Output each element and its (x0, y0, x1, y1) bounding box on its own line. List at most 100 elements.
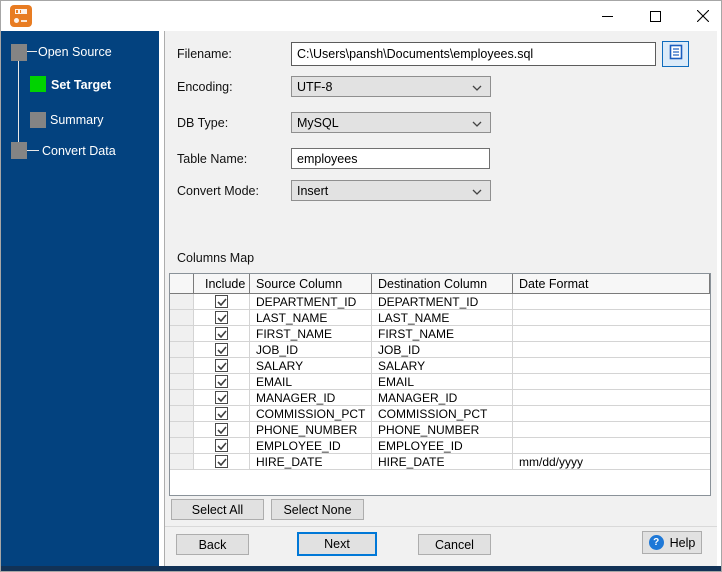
include-checkbox[interactable] (215, 311, 228, 324)
destination-column-cell[interactable]: FIRST_NAME (372, 326, 513, 342)
source-column-cell[interactable]: PHONE_NUMBER (250, 422, 372, 438)
minimize-icon (601, 11, 613, 22)
table-row[interactable]: SALARY SALARY (170, 358, 710, 374)
source-column-cell[interactable]: JOB_ID (250, 342, 372, 358)
source-column-cell[interactable]: COMMISSION_PCT (250, 406, 372, 422)
row-selector[interactable] (170, 438, 194, 454)
source-column-cell[interactable]: DEPARTMENT_ID (250, 294, 372, 310)
row-selector[interactable] (170, 390, 194, 406)
row-selector[interactable] (170, 358, 194, 374)
sidebar-item-summary[interactable]: Summary (50, 113, 103, 128)
row-selector[interactable] (170, 294, 194, 310)
destination-column-cell[interactable]: JOB_ID (372, 342, 513, 358)
include-checkbox[interactable] (215, 359, 228, 372)
table-row[interactable]: COMMISSION_PCT COMMISSION_PCT (170, 406, 710, 422)
row-selector[interactable] (170, 310, 194, 326)
date-format-cell[interactable]: mm/dd/yyyy (513, 454, 710, 470)
table-row[interactable]: LAST_NAME LAST_NAME (170, 310, 710, 326)
date-format-cell[interactable] (513, 406, 710, 422)
include-checkbox[interactable] (215, 423, 228, 436)
sidebar-item-set-target[interactable]: Set Target (51, 78, 111, 93)
date-format-cell[interactable] (513, 294, 710, 310)
destination-column-cell[interactable]: COMMISSION_PCT (372, 406, 513, 422)
date-format-cell[interactable] (513, 310, 710, 326)
source-column-cell[interactable]: MANAGER_ID (250, 390, 372, 406)
cancel-button[interactable]: Cancel (418, 534, 491, 555)
row-selector[interactable] (170, 342, 194, 358)
date-format-cell[interactable] (513, 358, 710, 374)
include-checkbox[interactable] (215, 455, 228, 468)
footer-separator (165, 526, 717, 527)
include-header[interactable]: Include (194, 274, 250, 294)
destination-column-cell[interactable]: DEPARTMENT_ID (372, 294, 513, 310)
include-checkbox[interactable] (215, 375, 228, 388)
sidebar-item-open-source[interactable]: Open Source (38, 45, 112, 60)
destination-column-header[interactable]: Destination Column (372, 274, 513, 294)
table-row[interactable]: EMAIL EMAIL (170, 374, 710, 390)
tablename-input[interactable] (291, 148, 490, 169)
row-selector[interactable] (170, 406, 194, 422)
close-icon (697, 10, 709, 22)
include-checkbox[interactable] (215, 407, 228, 420)
convertmode-dropdown[interactable]: Insert (291, 180, 491, 201)
maximize-button[interactable] (639, 1, 671, 31)
table-row[interactable]: EMPLOYEE_ID EMPLOYEE_ID (170, 438, 710, 454)
date-format-cell[interactable] (513, 390, 710, 406)
file-document-icon (669, 44, 683, 65)
include-checkbox[interactable] (215, 295, 228, 308)
table-row[interactable]: FIRST_NAME FIRST_NAME (170, 326, 710, 342)
source-column-cell[interactable]: SALARY (250, 358, 372, 374)
columns-map-header-row: Include Source Column Destination Column… (170, 274, 710, 294)
minimize-button[interactable] (591, 1, 623, 31)
date-format-cell[interactable] (513, 326, 710, 342)
include-checkbox[interactable] (215, 439, 228, 452)
destination-column-cell[interactable]: LAST_NAME (372, 310, 513, 326)
next-button[interactable]: Next (297, 532, 377, 556)
date-format-header[interactable]: Date Format (513, 274, 710, 294)
sidebar-item-convert-data[interactable]: Convert Data (42, 144, 116, 159)
convertmode-value: Insert (297, 183, 329, 198)
step-marker-summary (30, 112, 46, 128)
row-selector[interactable] (170, 454, 194, 470)
table-row[interactable]: DEPARTMENT_ID DEPARTMENT_ID (170, 294, 710, 310)
destination-column-cell[interactable]: HIRE_DATE (372, 454, 513, 470)
table-row[interactable]: JOB_ID JOB_ID (170, 342, 710, 358)
source-column-cell[interactable]: EMPLOYEE_ID (250, 438, 372, 454)
include-cell (194, 294, 250, 310)
source-column-header[interactable]: Source Column (250, 274, 372, 294)
include-checkbox[interactable] (215, 391, 228, 404)
destination-column-cell[interactable]: SALARY (372, 358, 513, 374)
date-format-cell[interactable] (513, 342, 710, 358)
close-button[interactable] (687, 1, 719, 31)
source-column-cell[interactable]: LAST_NAME (250, 310, 372, 326)
date-format-cell[interactable] (513, 422, 710, 438)
back-button[interactable]: Back (176, 534, 249, 555)
title-bar (1, 1, 721, 31)
destination-column-cell[interactable]: EMPLOYEE_ID (372, 438, 513, 454)
help-button[interactable]: ? Help (642, 531, 702, 554)
destination-column-cell[interactable]: EMAIL (372, 374, 513, 390)
table-row[interactable]: MANAGER_ID MANAGER_ID (170, 390, 710, 406)
row-selector[interactable] (170, 374, 194, 390)
table-row[interactable]: PHONE_NUMBER PHONE_NUMBER (170, 422, 710, 438)
filename-input[interactable] (291, 42, 656, 66)
date-format-cell[interactable] (513, 438, 710, 454)
select-all-button[interactable]: Select All (171, 499, 264, 520)
row-selector[interactable] (170, 326, 194, 342)
source-column-cell[interactable]: FIRST_NAME (250, 326, 372, 342)
include-cell (194, 390, 250, 406)
date-format-cell[interactable] (513, 374, 710, 390)
chevron-down-icon (472, 116, 482, 130)
dbtype-dropdown[interactable]: MySQL (291, 112, 491, 133)
row-selector[interactable] (170, 422, 194, 438)
include-checkbox[interactable] (215, 327, 228, 340)
encoding-dropdown[interactable]: UTF-8 (291, 76, 491, 97)
source-column-cell[interactable]: EMAIL (250, 374, 372, 390)
browse-button[interactable] (662, 41, 689, 67)
table-row[interactable]: HIRE_DATE HIRE_DATE mm/dd/yyyy (170, 454, 710, 470)
destination-column-cell[interactable]: PHONE_NUMBER (372, 422, 513, 438)
include-checkbox[interactable] (215, 343, 228, 356)
source-column-cell[interactable]: HIRE_DATE (250, 454, 372, 470)
select-none-button[interactable]: Select None (271, 499, 364, 520)
destination-column-cell[interactable]: MANAGER_ID (372, 390, 513, 406)
